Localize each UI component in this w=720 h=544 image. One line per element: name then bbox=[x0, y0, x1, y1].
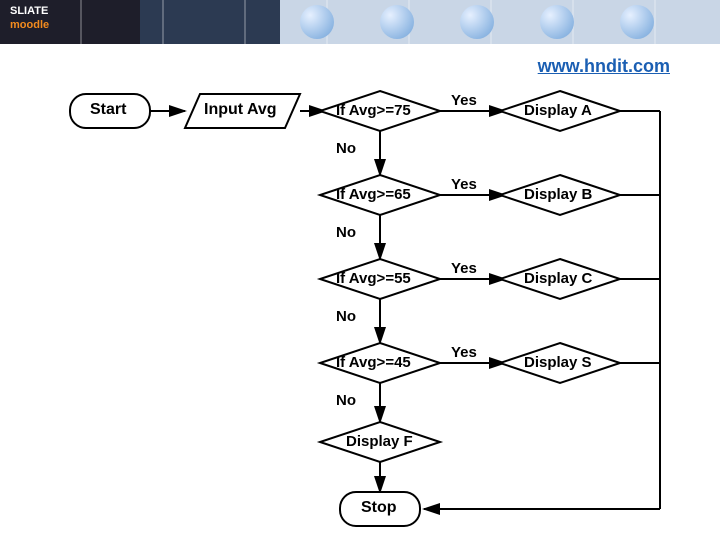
decision-1: If Avg>=75 bbox=[336, 102, 411, 119]
decision-3-no: No bbox=[336, 308, 356, 325]
decision-4-no: No bbox=[336, 392, 356, 409]
flowchart: Start Input Avg If Avg>=75 Yes No Displa… bbox=[0, 44, 720, 540]
banner-globe-icon bbox=[380, 5, 414, 39]
header-banner: SLIATE moodle bbox=[0, 0, 720, 44]
site-logo: SLIATE moodle bbox=[10, 4, 49, 32]
decision-4-yes: Yes bbox=[451, 344, 477, 361]
logo-line2: moodle bbox=[10, 19, 49, 31]
stop-node: Stop bbox=[361, 499, 397, 517]
start-node: Start bbox=[90, 101, 126, 119]
logo-line1: SLIATE bbox=[10, 5, 48, 17]
banner-decor bbox=[0, 0, 720, 44]
output-b: Display B bbox=[524, 186, 592, 203]
flowchart-svg bbox=[0, 44, 720, 544]
banner-globe-icon bbox=[460, 5, 494, 39]
banner-globe-icon bbox=[540, 5, 574, 39]
decision-2-yes: Yes bbox=[451, 176, 477, 193]
output-c: Display C bbox=[524, 270, 592, 287]
decision-3: If Avg>=55 bbox=[336, 270, 411, 287]
decision-1-yes: Yes bbox=[451, 92, 477, 109]
banner-globe-icon bbox=[620, 5, 654, 39]
decision-2: If Avg>=65 bbox=[336, 186, 411, 203]
banner-globe-icon bbox=[300, 5, 334, 39]
output-a: Display A bbox=[524, 102, 592, 119]
decision-3-yes: Yes bbox=[451, 260, 477, 277]
decision-4: If Avg>=45 bbox=[336, 354, 411, 371]
decision-1-no: No bbox=[336, 140, 356, 157]
output-f: Display F bbox=[346, 433, 413, 450]
output-s: Display S bbox=[524, 354, 592, 371]
decision-2-no: No bbox=[336, 224, 356, 241]
input-node: Input Avg bbox=[204, 101, 277, 119]
